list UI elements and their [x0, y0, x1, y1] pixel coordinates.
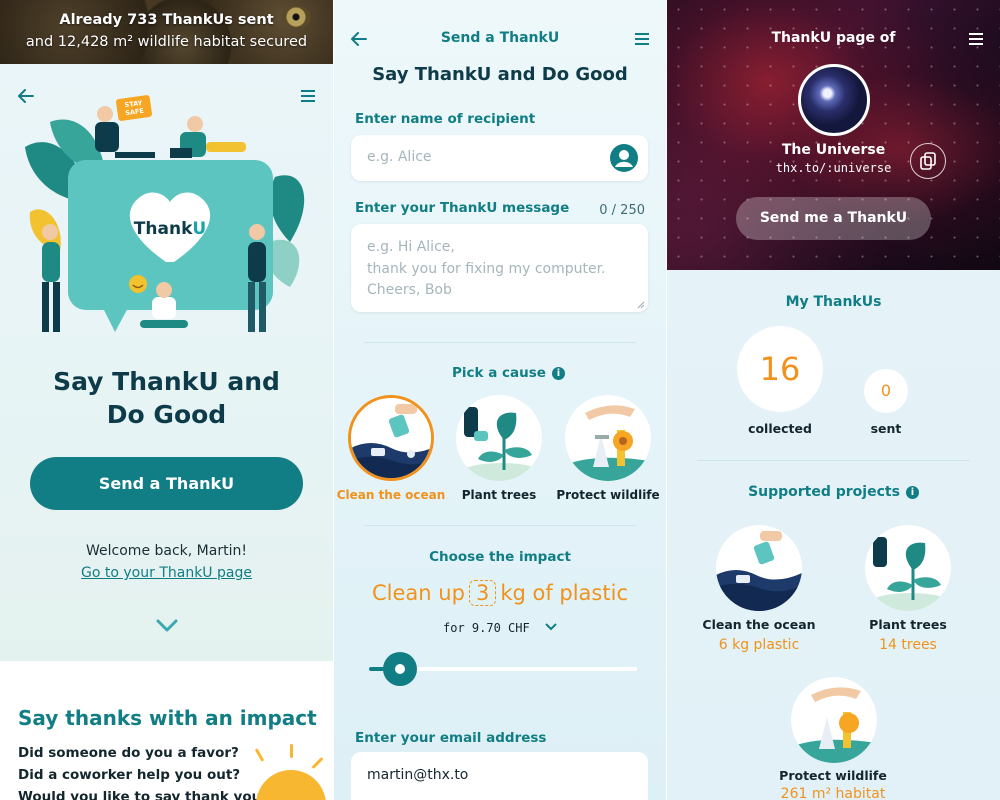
message-placeholder: e.g. Hi Alice, thank you for fixing my c… [367, 237, 606, 302]
profile-url: thx.to/:universe [775, 161, 892, 175]
menu-icon[interactable] [969, 33, 983, 45]
wildlife-icon [791, 687, 877, 763]
send-thanku-button[interactable]: Send a ThankU [30, 457, 303, 510]
send-me-thanku-button[interactable]: Send me a ThankU [736, 197, 931, 240]
question-2: Did a coworker help you out? [18, 767, 241, 783]
hero-title: Say ThankU and Do Good [0, 365, 333, 431]
project-trees-name: Plant trees [869, 617, 947, 632]
form-header: Send a ThankU [440, 30, 560, 46]
section-divider [364, 342, 636, 343]
recipient-input[interactable]: e.g. Alice [351, 135, 648, 181]
cause-wildlife-option[interactable] [565, 395, 651, 481]
collected-count: 16 [737, 326, 823, 412]
question-3: Would you like to say thank you [18, 789, 262, 800]
placeholder-line: Cheers, Bob [367, 282, 452, 298]
send-form-panel: Send a ThankU Say ThankU and Do Good Ent… [334, 0, 666, 800]
project-ocean[interactable] [716, 525, 802, 611]
hero-title-line-1: Say ThankU and [53, 367, 280, 396]
question-1: Did someone do you a favor? [18, 745, 239, 761]
wildlife-icon [565, 405, 651, 481]
banner-line-2: and 12,428 m² wildlife habitat secured [25, 34, 308, 50]
project-wildlife-name: Protect wildlife [779, 768, 887, 783]
copy-icon [920, 152, 936, 170]
cause-ocean-option[interactable] [348, 395, 434, 481]
ocean-icon [351, 398, 431, 478]
welcome-text: Welcome back, Martin! [86, 543, 247, 559]
profile-name: The Universe [781, 142, 886, 158]
impact-slider-handle[interactable] [383, 652, 417, 686]
project-ocean-name: Clean the ocean [702, 617, 816, 632]
profile-panel: ThankU page of The Universe thx.to/:univ… [667, 0, 1000, 800]
cause-trees-label[interactable]: Plant trees [439, 488, 559, 502]
chevron-down-icon[interactable] [156, 619, 178, 633]
impact-prefix: Clean up [372, 581, 465, 605]
user-icon[interactable] [610, 144, 638, 172]
my-thankus-title: My ThankUs [785, 294, 882, 310]
email-value: martin@thx.to [367, 767, 469, 783]
info-icon[interactable]: i [551, 367, 565, 380]
chevron-down-icon[interactable] [545, 623, 557, 631]
sent-count: 0 [864, 369, 908, 413]
cause-trees-option[interactable] [456, 395, 542, 481]
thanku-page-link[interactable]: Go to your ThankU page [0, 565, 333, 581]
section-divider [364, 525, 636, 526]
recipient-label: Enter name of recipient [355, 111, 536, 127]
form-title: Say ThankU and Do Good [372, 64, 628, 85]
collected-label: collected [748, 421, 812, 436]
impact-suffix: kg of plastic [500, 581, 628, 605]
profile-header: ThankU page of [771, 30, 896, 46]
impact-title: Say thanks with an impact [18, 706, 317, 730]
email-label: Enter your email address [355, 730, 547, 746]
project-trees[interactable] [865, 525, 951, 611]
cause-ocean-label[interactable]: Clean the ocean [334, 488, 451, 502]
plant-icon [461, 407, 541, 481]
resize-handle-icon[interactable] [637, 301, 645, 309]
menu-icon[interactable] [635, 33, 649, 45]
recipient-placeholder: e.g. Alice [367, 149, 432, 165]
email-input[interactable]: martin@thx.to [351, 752, 648, 800]
project-trees-value: 14 trees [879, 637, 937, 653]
stats-banner: Already 733 ThankUs sent and 12,428 m² w… [0, 0, 333, 64]
impact-summary: Clean up 3 kg of plastic [334, 580, 666, 606]
plant-icon [870, 537, 950, 611]
supported-projects-text: Supported projects [748, 484, 900, 500]
thanku-illustration: ThankU STAY SAFE [25, 95, 305, 332]
logo-text-thank: ThankU [134, 219, 206, 239]
banner-line-1: Already 733 ThankUs sent [59, 12, 274, 28]
impact-amount-input[interactable]: 3 [468, 580, 497, 606]
placeholder-line: e.g. Hi Alice, [367, 239, 455, 255]
project-wildlife-value: 261 m² habitat [780, 786, 886, 800]
cause-wildlife-label[interactable]: Protect wildlife [548, 488, 666, 502]
cause-label: Pick a cause i [452, 365, 565, 381]
message-textarea[interactable]: e.g. Hi Alice, thank you for fixing my c… [351, 224, 648, 312]
sent-label: sent [870, 421, 902, 436]
home-panel: Already 733 ThankUs sent and 12,428 m² w… [0, 0, 333, 800]
project-wildlife[interactable] [791, 677, 877, 763]
message-label: Enter your ThankU message [355, 200, 570, 216]
impact-label: Choose the impact [429, 549, 571, 565]
copy-link-button[interactable] [910, 143, 946, 179]
sun-ray [290, 744, 293, 758]
placeholder-line: thank you for fixing my computer. [367, 260, 606, 277]
hero-title-line-2: Do Good [106, 400, 227, 429]
avatar [798, 64, 870, 136]
message-counter: 0 / 250 [599, 203, 645, 218]
price-text: for 9.70 CHF [443, 621, 530, 635]
price-selector[interactable]: for 9.70 CHF [334, 621, 666, 635]
info-icon[interactable]: i [905, 486, 919, 499]
section-divider [697, 460, 970, 461]
supported-projects-title: Supported projects i [667, 484, 1000, 500]
project-ocean-value: 6 kg plastic [718, 637, 800, 653]
ocean-icon [716, 531, 802, 611]
cause-label-text: Pick a cause [452, 365, 546, 381]
